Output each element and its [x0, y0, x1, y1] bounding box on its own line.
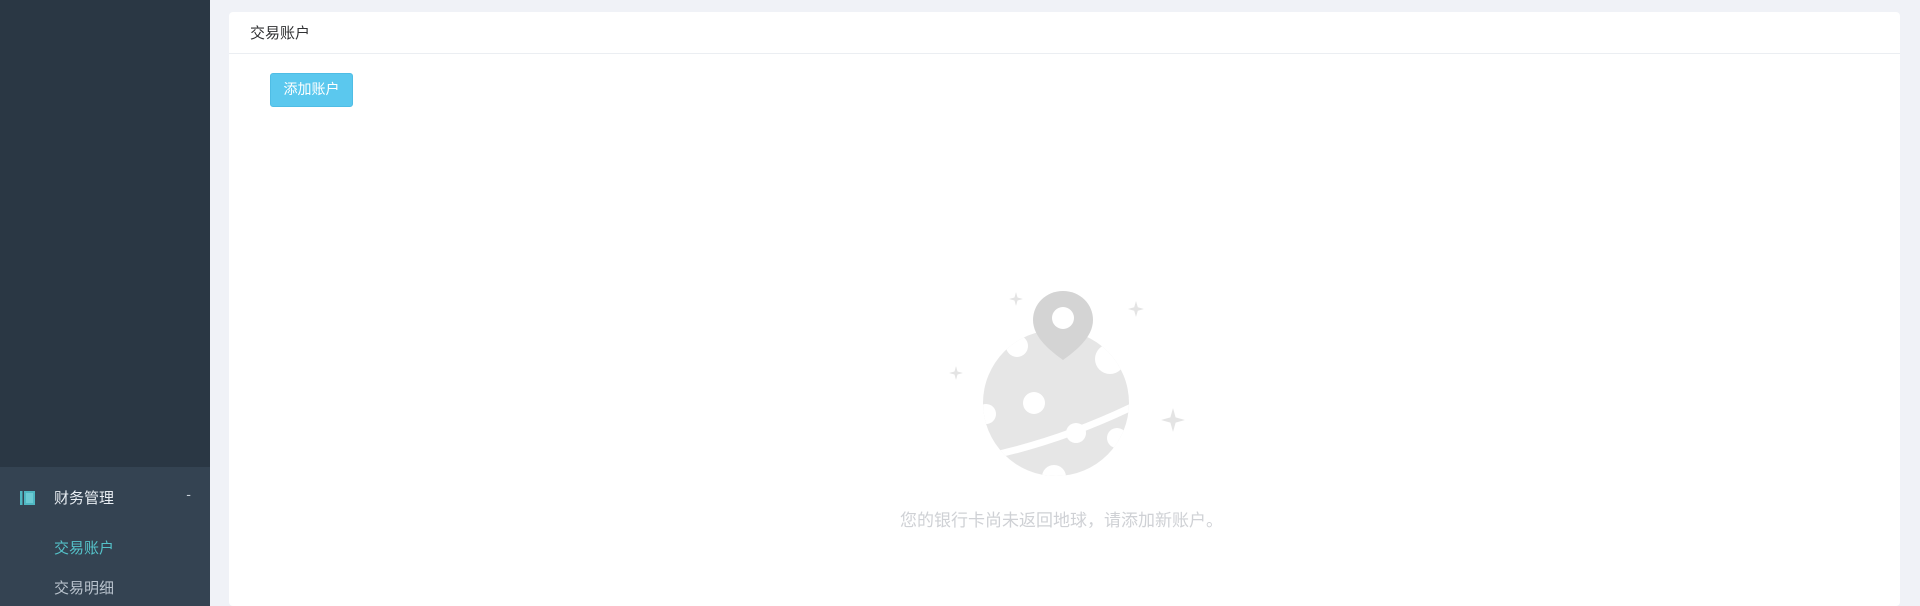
sidebar-item-trading-account[interactable]: 交易账户 [54, 537, 114, 558]
menu-group-label: 财务管理 [54, 489, 115, 507]
empty-state-message: 您的银行卡尚未返回地球，请添加新账户。 [900, 511, 1223, 531]
book-icon [20, 490, 36, 506]
sidebar: 财务管理 - 交易账户 交易明细 [0, 0, 210, 606]
menu-group-finance: 财务管理 - 交易账户 交易明细 [0, 467, 210, 606]
card-header: 交易账户 [229, 12, 1900, 54]
sidebar-item-trading-details[interactable]: 交易明细 [54, 577, 114, 598]
collapse-icon[interactable]: - [186, 467, 191, 525]
planet-location-icon [944, 286, 1188, 486]
add-account-button[interactable]: 添加账户 [270, 73, 353, 107]
page-title: 交易账户 [250, 24, 311, 42]
menu-group-finance-header[interactable]: 财务管理 - [0, 467, 210, 529]
